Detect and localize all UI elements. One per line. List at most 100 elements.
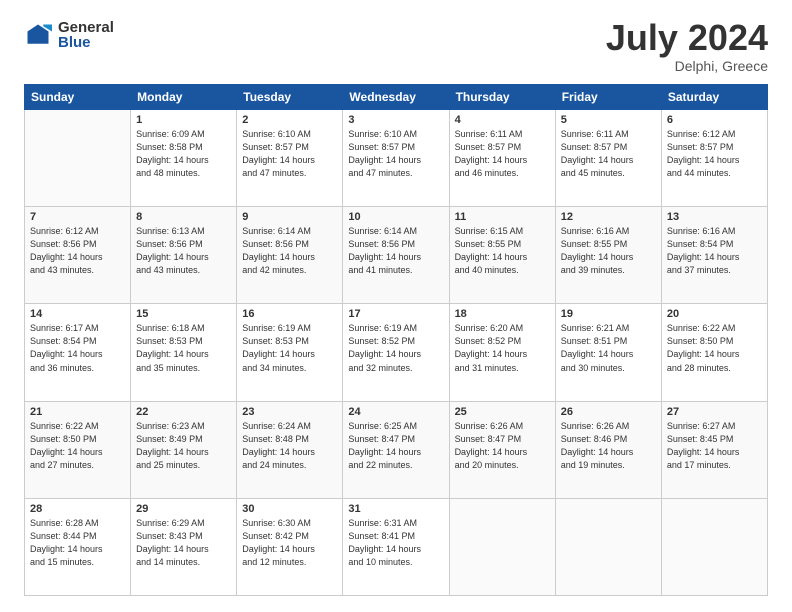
header: General Blue July 2024 Delphi, Greece bbox=[24, 20, 768, 74]
day-info: Sunrise: 6:31 AM Sunset: 8:41 PM Dayligh… bbox=[348, 517, 443, 569]
calendar-cell: 8 Sunrise: 6:13 AM Sunset: 8:56 PM Daylig… bbox=[131, 207, 237, 304]
calendar-cell: 19Sunrise: 6:21 AM Sunset: 8:51 PM Dayli… bbox=[555, 304, 661, 401]
calendar-cell: 31 Sunrise: 6:31 AM Sunset: 8:41 PM Dayli… bbox=[343, 498, 449, 595]
day-info: Sunrise: 6:19 AM Sunset: 8:52 PM Dayligh… bbox=[348, 322, 443, 374]
day-number: 12 bbox=[561, 211, 656, 223]
day-info: Sunrise: 6:12 AM Sunset: 8:56 PM Dayligh… bbox=[30, 225, 125, 277]
day-info: Sunrise: 6:11 AM Sunset: 8:57 PM Dayligh… bbox=[561, 128, 656, 180]
calendar-cell: 4Sunrise: 6:11 AM Sunset: 8:57 PM Daylig… bbox=[449, 110, 555, 207]
day-info: Sunrise: 6:20 AM Sunset: 8:52 PM Dayligh… bbox=[455, 322, 550, 374]
day-number: 23 bbox=[242, 406, 337, 418]
calendar-cell: 26Sunrise: 6:26 AM Sunset: 8:46 PM Dayli… bbox=[555, 401, 661, 498]
day-number: 15 bbox=[136, 308, 231, 320]
day-info: Sunrise: 6:09 AM Sunset: 8:58 PM Dayligh… bbox=[136, 128, 231, 180]
calendar-table: Sunday Monday Tuesday Wednesday Thursday… bbox=[24, 84, 768, 596]
day-number: 10 bbox=[348, 211, 443, 223]
calendar-cell: 23 Sunrise: 6:24 AM Sunset: 8:48 PM Dayli… bbox=[237, 401, 343, 498]
calendar-cell: 29Sunrise: 6:29 AM Sunset: 8:43 PM Dayli… bbox=[131, 498, 237, 595]
day-info: Sunrise: 6:16 AM Sunset: 8:55 PM Dayligh… bbox=[561, 225, 656, 277]
calendar-cell: 5Sunrise: 6:11 AM Sunset: 8:57 PM Daylig… bbox=[555, 110, 661, 207]
day-number: 18 bbox=[455, 308, 550, 320]
logo: General Blue bbox=[24, 20, 114, 50]
title-block: July 2024 Delphi, Greece bbox=[606, 20, 768, 74]
day-info: Sunrise: 6:14 AM Sunset: 8:56 PM Dayligh… bbox=[348, 225, 443, 277]
day-number: 20 bbox=[667, 308, 762, 320]
calendar-header: Sunday Monday Tuesday Wednesday Thursday… bbox=[25, 85, 768, 110]
calendar-cell bbox=[661, 498, 767, 595]
day-number: 14 bbox=[30, 308, 125, 320]
calendar-cell: 16Sunrise: 6:19 AM Sunset: 8:53 PM Dayli… bbox=[237, 304, 343, 401]
calendar-week-2: 7 Sunrise: 6:12 AM Sunset: 8:56 PM Daylig… bbox=[25, 207, 768, 304]
day-number: 7 bbox=[30, 211, 125, 223]
calendar-week-3: 14 Sunrise: 6:17 AM Sunset: 8:54 PM Dayli… bbox=[25, 304, 768, 401]
day-number: 13 bbox=[667, 211, 762, 223]
calendar-cell: 27 Sunrise: 6:27 AM Sunset: 8:45 PM Dayli… bbox=[661, 401, 767, 498]
month-title: July 2024 bbox=[606, 20, 768, 56]
day-info: Sunrise: 6:10 AM Sunset: 8:57 PM Dayligh… bbox=[242, 128, 337, 180]
logo-text: General Blue bbox=[58, 20, 114, 50]
day-info: Sunrise: 6:28 AM Sunset: 8:44 PM Dayligh… bbox=[30, 517, 125, 569]
day-info: Sunrise: 6:27 AM Sunset: 8:45 PM Dayligh… bbox=[667, 420, 762, 472]
day-number: 21 bbox=[30, 406, 125, 418]
day-number: 31 bbox=[348, 503, 443, 515]
calendar-cell bbox=[449, 498, 555, 595]
day-info: Sunrise: 6:21 AM Sunset: 8:51 PM Dayligh… bbox=[561, 322, 656, 374]
day-info: Sunrise: 6:13 AM Sunset: 8:56 PM Dayligh… bbox=[136, 225, 231, 277]
day-info: Sunrise: 6:19 AM Sunset: 8:53 PM Dayligh… bbox=[242, 322, 337, 374]
day-info: Sunrise: 6:15 AM Sunset: 8:55 PM Dayligh… bbox=[455, 225, 550, 277]
day-info: Sunrise: 6:16 AM Sunset: 8:54 PM Dayligh… bbox=[667, 225, 762, 277]
day-info: Sunrise: 6:12 AM Sunset: 8:57 PM Dayligh… bbox=[667, 128, 762, 180]
day-number: 24 bbox=[348, 406, 443, 418]
day-number: 1 bbox=[136, 114, 231, 126]
day-number: 17 bbox=[348, 308, 443, 320]
day-info: Sunrise: 6:22 AM Sunset: 8:50 PM Dayligh… bbox=[667, 322, 762, 374]
col-tuesday: Tuesday bbox=[237, 85, 343, 110]
calendar-cell: 18 Sunrise: 6:20 AM Sunset: 8:52 PM Dayli… bbox=[449, 304, 555, 401]
day-info: Sunrise: 6:26 AM Sunset: 8:47 PM Dayligh… bbox=[455, 420, 550, 472]
day-number: 27 bbox=[667, 406, 762, 418]
calendar-cell: 6 Sunrise: 6:12 AM Sunset: 8:57 PM Daylig… bbox=[661, 110, 767, 207]
calendar-cell: 12 Sunrise: 6:16 AM Sunset: 8:55 PM Dayli… bbox=[555, 207, 661, 304]
calendar-cell: 9Sunrise: 6:14 AM Sunset: 8:56 PM Daylig… bbox=[237, 207, 343, 304]
day-number: 28 bbox=[30, 503, 125, 515]
calendar: Sunday Monday Tuesday Wednesday Thursday… bbox=[24, 84, 768, 596]
col-thursday: Thursday bbox=[449, 85, 555, 110]
calendar-cell bbox=[25, 110, 131, 207]
day-info: Sunrise: 6:14 AM Sunset: 8:56 PM Dayligh… bbox=[242, 225, 337, 277]
col-monday: Monday bbox=[131, 85, 237, 110]
calendar-week-4: 21 Sunrise: 6:22 AM Sunset: 8:50 PM Dayli… bbox=[25, 401, 768, 498]
day-info: Sunrise: 6:18 AM Sunset: 8:53 PM Dayligh… bbox=[136, 322, 231, 374]
calendar-cell: 13 Sunrise: 6:16 AM Sunset: 8:54 PM Dayli… bbox=[661, 207, 767, 304]
day-number: 2 bbox=[242, 114, 337, 126]
day-info: Sunrise: 6:22 AM Sunset: 8:50 PM Dayligh… bbox=[30, 420, 125, 472]
col-saturday: Saturday bbox=[661, 85, 767, 110]
day-number: 26 bbox=[561, 406, 656, 418]
calendar-cell: 21 Sunrise: 6:22 AM Sunset: 8:50 PM Dayli… bbox=[25, 401, 131, 498]
calendar-cell: 15 Sunrise: 6:18 AM Sunset: 8:53 PM Dayli… bbox=[131, 304, 237, 401]
day-number: 11 bbox=[455, 211, 550, 223]
calendar-cell: 28 Sunrise: 6:28 AM Sunset: 8:44 PM Dayli… bbox=[25, 498, 131, 595]
logo-general-text: General bbox=[58, 20, 114, 35]
header-row: Sunday Monday Tuesday Wednesday Thursday… bbox=[25, 85, 768, 110]
day-number: 6 bbox=[667, 114, 762, 126]
day-info: Sunrise: 6:24 AM Sunset: 8:48 PM Dayligh… bbox=[242, 420, 337, 472]
calendar-cell: 17 Sunrise: 6:19 AM Sunset: 8:52 PM Dayli… bbox=[343, 304, 449, 401]
calendar-cell: 11 Sunrise: 6:15 AM Sunset: 8:55 PM Dayli… bbox=[449, 207, 555, 304]
calendar-body: 1 Sunrise: 6:09 AM Sunset: 8:58 PM Daylig… bbox=[25, 110, 768, 596]
calendar-cell: 10 Sunrise: 6:14 AM Sunset: 8:56 PM Dayli… bbox=[343, 207, 449, 304]
day-info: Sunrise: 6:29 AM Sunset: 8:43 PM Dayligh… bbox=[136, 517, 231, 569]
page: General Blue July 2024 Delphi, Greece Su… bbox=[0, 0, 792, 612]
calendar-cell bbox=[555, 498, 661, 595]
calendar-cell: 20 Sunrise: 6:22 AM Sunset: 8:50 PM Dayli… bbox=[661, 304, 767, 401]
day-info: Sunrise: 6:11 AM Sunset: 8:57 PM Dayligh… bbox=[455, 128, 550, 180]
col-friday: Friday bbox=[555, 85, 661, 110]
day-info: Sunrise: 6:17 AM Sunset: 8:54 PM Dayligh… bbox=[30, 322, 125, 374]
calendar-cell: 22Sunrise: 6:23 AM Sunset: 8:49 PM Dayli… bbox=[131, 401, 237, 498]
day-info: Sunrise: 6:23 AM Sunset: 8:49 PM Dayligh… bbox=[136, 420, 231, 472]
calendar-week-5: 28 Sunrise: 6:28 AM Sunset: 8:44 PM Dayli… bbox=[25, 498, 768, 595]
day-number: 25 bbox=[455, 406, 550, 418]
day-number: 8 bbox=[136, 211, 231, 223]
day-info: Sunrise: 6:10 AM Sunset: 8:57 PM Dayligh… bbox=[348, 128, 443, 180]
logo-icon bbox=[24, 21, 52, 49]
day-info: Sunrise: 6:25 AM Sunset: 8:47 PM Dayligh… bbox=[348, 420, 443, 472]
